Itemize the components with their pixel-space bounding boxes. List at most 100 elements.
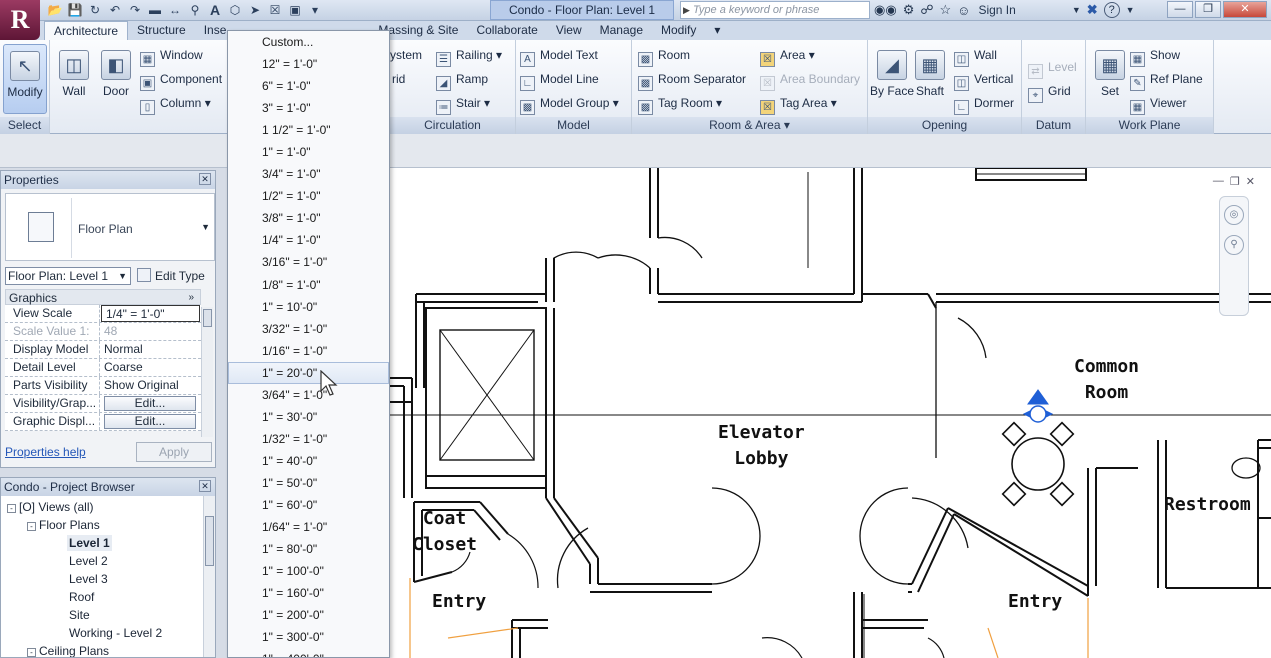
scale-option[interactable]: 1 1/2" = 1'-0"	[228, 119, 389, 141]
scale-option[interactable]: 3" = 1'-0"	[228, 97, 389, 119]
search-input[interactable]: ▶ Type a keyword or phrase	[680, 1, 870, 19]
room-label-common-room[interactable]: Common Room	[1074, 354, 1139, 406]
favorites-icon[interactable]: ☆	[940, 2, 952, 18]
collapse-toggle-icon[interactable]: -	[27, 648, 36, 657]
tag-icon[interactable]: ⚲	[186, 2, 204, 19]
area-button[interactable]: ☒ Area ▾	[760, 44, 815, 67]
graphic-display-edit-button[interactable]: Edit...	[104, 414, 196, 429]
user-icon[interactable]: ☺	[957, 3, 970, 18]
viewer-button[interactable]: ▦ Viewer	[1130, 92, 1186, 115]
browser-scrollbar[interactable]	[203, 496, 215, 657]
restore-icon[interactable]: ❐	[1195, 1, 1221, 18]
scale-option[interactable]: 3/16" = 1'-0"	[228, 251, 389, 273]
group-graphics[interactable]: Graphics »	[5, 289, 201, 305]
tree-roof[interactable]: Roof	[69, 589, 94, 605]
stair-button[interactable]: ≔ Stair ▾	[436, 92, 490, 115]
scale-option[interactable]: 1" = 10'-0"	[228, 296, 389, 318]
text-icon[interactable]: A	[206, 2, 224, 19]
application-menu-button[interactable]: R	[0, 0, 40, 40]
redo-icon[interactable]: ↷	[126, 2, 144, 19]
scale-option[interactable]: 1" = 60'-0"	[228, 494, 389, 516]
properties-scrollbar[interactable]	[201, 307, 213, 437]
tab-modify[interactable]: Modify	[652, 21, 705, 40]
tab-architecture[interactable]: Architecture	[44, 21, 129, 40]
scale-option[interactable]: 1" = 20'-0"	[228, 361, 389, 384]
restore-icon[interactable]: ❐	[1230, 175, 1240, 188]
scale-option[interactable]: 3/32" = 1'-0"	[228, 318, 389, 340]
parts-visibility-field[interactable]: Show Original	[100, 377, 201, 394]
tree-level-2[interactable]: Level 2	[69, 553, 108, 569]
3d-view-icon[interactable]: ⬡	[226, 2, 244, 19]
grid-fragment[interactable]: rid	[392, 68, 405, 90]
switch-windows-icon[interactable]: ▣	[286, 2, 304, 19]
model-line-button[interactable]: ∟ Model Line	[520, 68, 599, 91]
scale-option[interactable]: 3/8" = 1'-0"	[228, 207, 389, 229]
shaft-button[interactable]: ▦ Shaft	[908, 44, 952, 114]
scale-option[interactable]: 1" = 200'-0"	[228, 604, 389, 626]
tree-views-all[interactable]: - [O] Views (all)	[7, 499, 93, 515]
undo-icon[interactable]: ↶	[106, 2, 124, 19]
minimize-icon[interactable]: —	[1213, 175, 1224, 188]
wall-button[interactable]: ◫ Wall	[52, 44, 96, 114]
scrollbar-thumb[interactable]	[205, 516, 214, 566]
tree-level-3[interactable]: Level 3	[69, 571, 108, 587]
customize-icon[interactable]: ▾	[306, 2, 324, 19]
search-expand-icon[interactable]: ▶	[683, 2, 690, 18]
apply-button[interactable]: Apply	[136, 442, 212, 462]
door-button[interactable]: ◧ Door	[94, 44, 138, 114]
edit-type-button[interactable]: Edit Type	[137, 267, 205, 285]
scale-option[interactable]: 1" = 160'-0"	[228, 582, 389, 604]
tree-level-1[interactable]: Level 1	[67, 535, 112, 551]
view-marker[interactable]	[1022, 389, 1054, 423]
tab-view[interactable]: View	[547, 21, 591, 40]
tab-manage[interactable]: Manage	[591, 21, 652, 40]
drawing-area[interactable]: Common Room Elevator Lobby Restroom Coat…	[388, 168, 1271, 658]
set-button[interactable]: ▦ Set	[1088, 44, 1132, 114]
tree-ceiling-plans[interactable]: - Ceiling Plans	[27, 643, 109, 657]
column-button[interactable]: ▯ Column ▾	[140, 92, 211, 115]
section-icon[interactable]: ➤	[246, 2, 264, 19]
ref-plane-button[interactable]: ✎ Ref Plane	[1130, 68, 1203, 91]
tab-collaborate[interactable]: Collaborate	[467, 21, 546, 40]
tag-room-button[interactable]: ▩ Tag Room ▾	[638, 92, 722, 115]
scale-option[interactable]: 1" = 40'-0"	[228, 450, 389, 472]
tag-area-button[interactable]: ☒ Tag Area ▾	[760, 92, 837, 115]
tree-working-level-2[interactable]: Working - Level 2	[69, 625, 162, 641]
measure-icon[interactable]: ▬	[146, 2, 164, 19]
wall-opening-button[interactable]: ◫ Wall	[954, 44, 997, 67]
scale-option[interactable]: 1" = 80'-0"	[228, 538, 389, 560]
save-icon[interactable]: 💾	[66, 2, 84, 19]
sign-in-link[interactable]: Sign In	[978, 3, 1015, 17]
model-group-button[interactable]: ▩ Model Group ▾	[520, 92, 619, 115]
close-icon[interactable]: ✕	[199, 480, 211, 492]
scale-option[interactable]: Custom...	[228, 31, 389, 53]
scale-option[interactable]: 12" = 1'-0"	[228, 53, 389, 75]
scrollbar-thumb[interactable]	[203, 309, 212, 327]
grid-button[interactable]: ⌖ Grid	[1028, 80, 1071, 103]
minimize-icon[interactable]: —	[1167, 1, 1193, 18]
close-icon[interactable]: ✕	[1223, 1, 1267, 18]
scale-option[interactable]: 3/64" = 1'-0"	[228, 384, 389, 406]
detail-level-field[interactable]: Coarse	[100, 359, 201, 376]
tree-site[interactable]: Site	[69, 607, 90, 623]
scale-option[interactable]: 1/16" = 1'-0"	[228, 340, 389, 362]
help-dropdown-icon[interactable]: ▼	[1126, 5, 1135, 15]
scale-option[interactable]: 3/4" = 1'-0"	[228, 163, 389, 185]
exchange-icon[interactable]: ✖	[1087, 2, 1098, 18]
room-label-elevator-lobby[interactable]: Elevator Lobby	[718, 420, 805, 472]
room-separator-button[interactable]: ▩ Room Separator	[638, 68, 746, 91]
visibility-edit-button[interactable]: Edit...	[104, 396, 196, 411]
scale-option[interactable]: 1/2" = 1'-0"	[228, 185, 389, 207]
zoom-icon[interactable]: ⚲	[1224, 235, 1244, 255]
scale-option[interactable]: 1/64" = 1'-0"	[228, 516, 389, 538]
area-boundary-button[interactable]: ☒ Area Boundary	[760, 68, 860, 91]
tree-floor-plans[interactable]: - Floor Plans	[27, 517, 100, 533]
room-label-entry-right[interactable]: Entry	[1008, 589, 1062, 615]
communication-icon[interactable]: ☍	[920, 2, 933, 18]
open-icon[interactable]: 📂	[46, 2, 64, 19]
scale-option[interactable]: 1" = 400'-0"	[228, 648, 389, 657]
component-button[interactable]: ▣ Component	[140, 68, 222, 91]
type-selector[interactable]: Floor Plan ▼	[5, 193, 215, 261]
binoculars-icon[interactable]: ◉◉	[874, 2, 897, 18]
subscription-icon[interactable]: ⚙	[903, 2, 915, 18]
